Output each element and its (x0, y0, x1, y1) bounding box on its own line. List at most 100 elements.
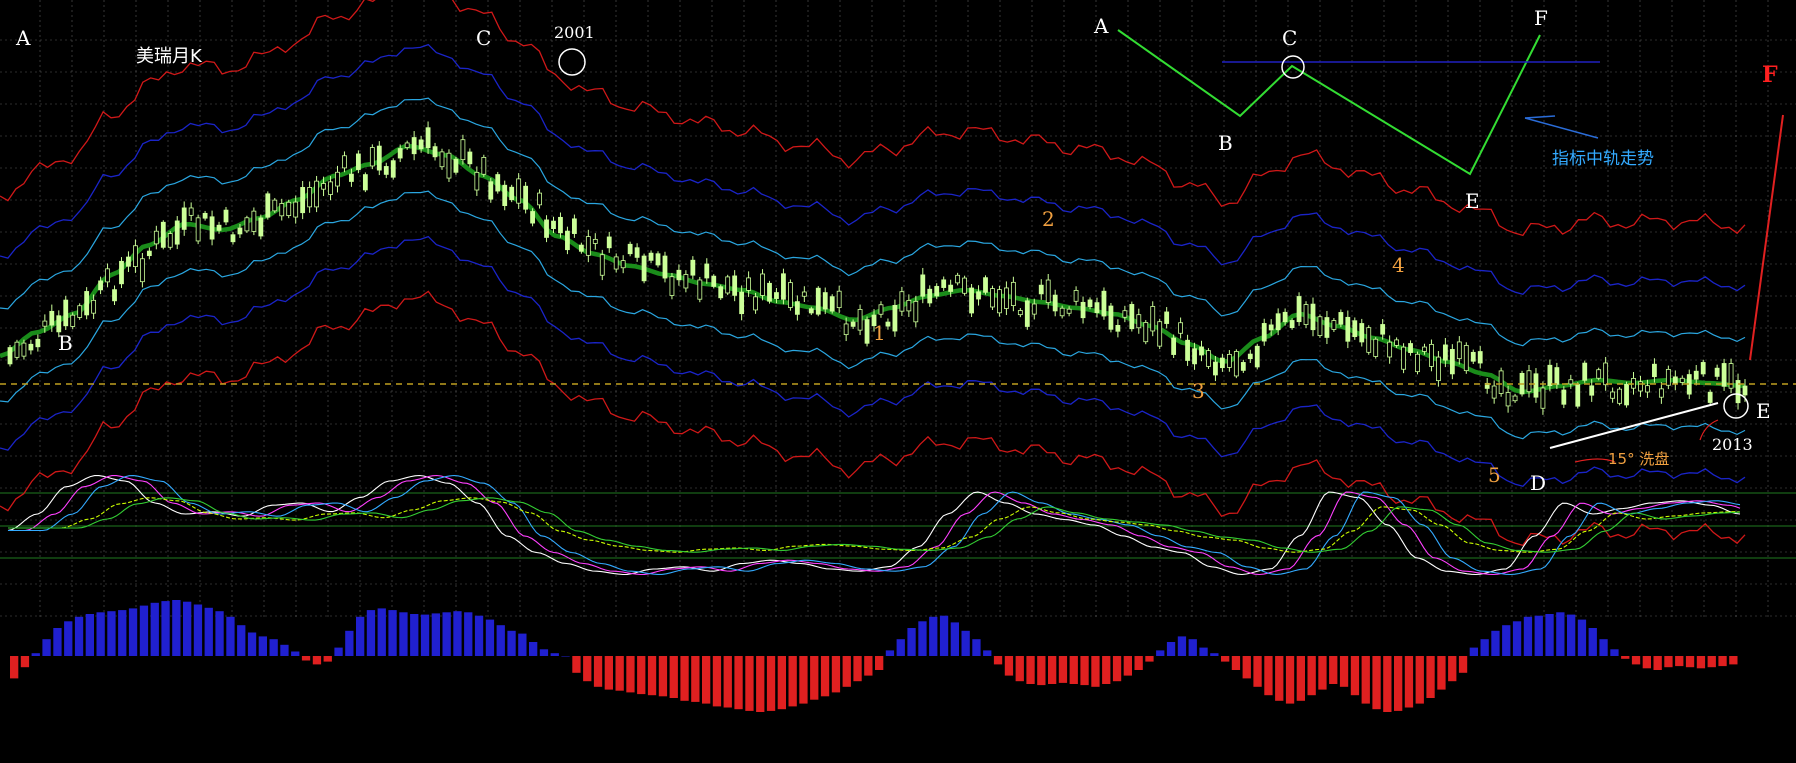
candle-body (1254, 345, 1260, 368)
macd-bar (1210, 653, 1219, 656)
macd-bar (983, 650, 992, 656)
candle-body (265, 193, 271, 218)
candle-body (42, 320, 48, 327)
candle-body (56, 315, 62, 333)
candle-body (126, 256, 131, 267)
macd-bar (1426, 656, 1435, 698)
macd-bar (799, 656, 808, 704)
candle-body (1024, 300, 1030, 327)
macd-bar (107, 611, 116, 656)
candle-body (411, 137, 417, 155)
candle-body (244, 217, 250, 232)
candle-body (1401, 346, 1406, 370)
macd-bar (1502, 625, 1511, 656)
candle-body (767, 282, 772, 302)
candle-body (1352, 320, 1358, 338)
candle-body (934, 286, 940, 297)
candle-body (174, 220, 180, 245)
candle-body (1582, 362, 1588, 381)
candle-body (1115, 325, 1121, 332)
candle-body (836, 290, 842, 309)
candle-body (558, 216, 563, 234)
candle-body (383, 166, 389, 175)
macd-bar (1166, 642, 1176, 656)
candle-body (237, 227, 243, 235)
candle-body (585, 236, 591, 256)
macd-bar (518, 633, 527, 656)
macd-bar (1577, 619, 1587, 656)
candle-body (613, 256, 619, 270)
macd-bar (1177, 636, 1187, 656)
wave-label-1: 1 (873, 321, 886, 345)
candle-body (983, 277, 988, 293)
macd-bar (669, 656, 678, 698)
macd-bar (1588, 628, 1597, 656)
macd-bar (485, 619, 495, 656)
candle-body (620, 260, 626, 269)
candle-body (432, 146, 438, 158)
candle-body (739, 291, 745, 315)
candle-body (1658, 388, 1664, 398)
candle-body (1045, 279, 1051, 304)
candle-body (906, 300, 912, 312)
candle-body (1129, 304, 1135, 330)
macd-bar (939, 615, 949, 656)
candle-body (314, 180, 319, 208)
macd-bar (756, 656, 765, 712)
candle-body (453, 158, 459, 173)
candle-body (7, 347, 13, 365)
candle-body (195, 217, 201, 242)
macd-bar (1080, 656, 1089, 686)
candle-body (753, 296, 758, 311)
macd-bar (1718, 656, 1727, 667)
chart-title: 美瑞月K (136, 46, 203, 67)
candle-body (725, 276, 731, 294)
macd-bar (1329, 656, 1338, 684)
macd-bar (1512, 621, 1522, 656)
macd-bar (20, 656, 30, 668)
candle-body (418, 139, 424, 150)
label-d: D (1530, 471, 1546, 495)
candle-body (119, 260, 124, 285)
macd-bar (734, 656, 743, 710)
macd-bar (1231, 656, 1241, 670)
candle-body (704, 263, 710, 279)
candle-body (1303, 304, 1309, 325)
macd-bar (1188, 639, 1197, 656)
candle-body (1143, 322, 1149, 343)
candle-body (1442, 344, 1448, 361)
candle-body (1031, 303, 1037, 315)
macd-bar (712, 656, 722, 707)
candle-body (1338, 312, 1344, 325)
candle-body (941, 279, 947, 288)
macd-bar (1339, 656, 1349, 687)
macd-bar (1664, 656, 1673, 668)
candle-body (913, 300, 919, 323)
candle-body (1575, 384, 1581, 407)
candle-body (1282, 311, 1288, 323)
macd-bar (766, 656, 776, 711)
candle-body (1331, 320, 1337, 330)
macd-bar (53, 628, 62, 656)
candle-body (390, 160, 396, 178)
candle-body (551, 220, 556, 230)
candle-body (969, 287, 974, 314)
macd-bar (356, 616, 365, 656)
macd-bar (150, 602, 159, 656)
macd-bar (172, 600, 181, 656)
macd-bar (258, 636, 267, 656)
candle-body (850, 321, 856, 327)
candle-body (404, 142, 410, 148)
candle-body (209, 216, 215, 240)
candle-body (397, 148, 403, 159)
macd-bar (96, 612, 105, 656)
macd-bar (950, 622, 959, 656)
macd-bar (1729, 656, 1738, 665)
candle-body (955, 274, 961, 284)
candle-body (21, 342, 27, 357)
candle-body (1059, 307, 1065, 317)
candle-body (77, 305, 83, 318)
macd-bar (972, 639, 981, 656)
candle-body (146, 250, 152, 257)
candle-body (843, 323, 849, 336)
